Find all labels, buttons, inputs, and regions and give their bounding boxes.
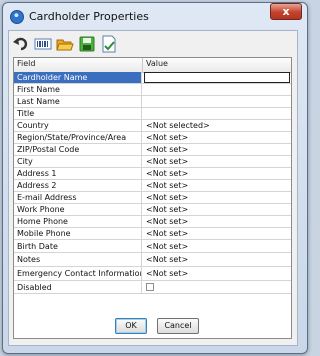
close-button[interactable]: x — [270, 3, 302, 20]
table-row[interactable]: Cardholder Name — [14, 72, 291, 84]
field-value[interactable]: <Not set> — [143, 168, 291, 179]
document-check-icon[interactable] — [100, 35, 118, 53]
disabled-checkbox-cell[interactable] — [143, 281, 291, 293]
field-value[interactable]: <Not set> — [143, 240, 291, 252]
field-value[interactable] — [143, 84, 291, 95]
field-value[interactable]: <Not set> — [143, 228, 291, 239]
field-label: Mobile Phone — [14, 228, 142, 239]
column-header-field[interactable]: Field — [17, 59, 35, 68]
field-label: Region/State/Province/Area — [14, 132, 142, 143]
table-row[interactable]: Home Phone <Not set> — [14, 216, 291, 228]
field-value[interactable]: <Not set> — [143, 253, 291, 266]
field-value[interactable]: <Not selected> — [143, 120, 291, 131]
table-row[interactable]: Emergency Contact Information <Not set> — [14, 267, 291, 281]
cardholder-name-input[interactable] — [143, 72, 291, 83]
barcode-icon[interactable] — [34, 35, 52, 53]
table-row[interactable]: Disabled — [14, 281, 291, 294]
table-row[interactable]: First Name — [14, 84, 291, 96]
toolbar — [12, 35, 118, 55]
table-row[interactable]: Address 2 <Not set> — [14, 180, 291, 192]
table-row[interactable]: Title — [14, 108, 291, 120]
field-label: Birth Date — [14, 240, 142, 252]
field-label: Last Name — [14, 96, 142, 107]
grid-header: Field Value — [14, 58, 291, 73]
field-label: Cardholder Name — [14, 72, 142, 83]
table-row[interactable]: Last Name — [14, 96, 291, 108]
save-icon[interactable] — [78, 35, 96, 53]
field-value[interactable]: <Not set> — [143, 156, 291, 167]
table-row[interactable]: ZIP/Postal Code <Not set> — [14, 144, 291, 156]
table-row[interactable]: Notes <Not set> — [14, 253, 291, 267]
window-title: Cardholder Properties — [29, 10, 149, 23]
field-label: Title — [14, 108, 142, 119]
cancel-button[interactable]: Cancel — [157, 318, 199, 334]
field-value[interactable]: <Not set> — [143, 204, 291, 215]
open-folder-icon[interactable] — [56, 35, 74, 53]
field-label: E-mail Address — [14, 192, 142, 203]
ok-button[interactable]: OK — [115, 318, 147, 334]
field-label: First Name — [14, 84, 142, 95]
table-row[interactable]: Mobile Phone <Not set> — [14, 228, 291, 240]
table-row[interactable]: Birth Date <Not set> — [14, 240, 291, 253]
field-value[interactable]: <Not set> — [143, 192, 291, 203]
field-label: Address 2 — [14, 180, 142, 191]
field-label: Work Phone — [14, 204, 142, 215]
field-label: Country — [14, 120, 142, 131]
column-header-value[interactable]: Value — [146, 59, 168, 68]
disabled-checkbox[interactable] — [146, 283, 154, 291]
table-row[interactable]: Country <Not selected> — [14, 120, 291, 132]
app-icon — [10, 10, 24, 24]
field-value[interactable]: <Not set> — [143, 132, 291, 143]
field-label: ZIP/Postal Code — [14, 144, 142, 155]
table-row[interactable]: E-mail Address <Not set> — [14, 192, 291, 204]
table-row[interactable]: Address 1 <Not set> — [14, 168, 291, 180]
field-value[interactable] — [143, 96, 291, 107]
field-value[interactable]: <Not set> — [143, 144, 291, 155]
field-label: City — [14, 156, 142, 167]
table-row[interactable]: Work Phone <Not set> — [14, 204, 291, 216]
field-label: Home Phone — [14, 216, 142, 227]
field-value[interactable]: <Not set> — [143, 267, 291, 280]
field-label: Address 1 — [14, 168, 142, 179]
field-value[interactable]: <Not set> — [143, 216, 291, 227]
field-value[interactable]: <Not set> — [143, 180, 291, 191]
table-row[interactable]: Region/State/Province/Area <Not set> — [14, 132, 291, 144]
table-row[interactable]: City <Not set> — [14, 156, 291, 168]
field-label: Emergency Contact Information — [14, 267, 142, 280]
field-value[interactable] — [143, 108, 291, 119]
undo-icon[interactable] — [12, 35, 30, 53]
properties-grid: Field Value Cardholder Name First Name Las… — [13, 57, 292, 339]
field-label: Disabled — [14, 281, 142, 293]
field-label: Notes — [14, 253, 142, 266]
edit-box[interactable] — [144, 72, 290, 83]
